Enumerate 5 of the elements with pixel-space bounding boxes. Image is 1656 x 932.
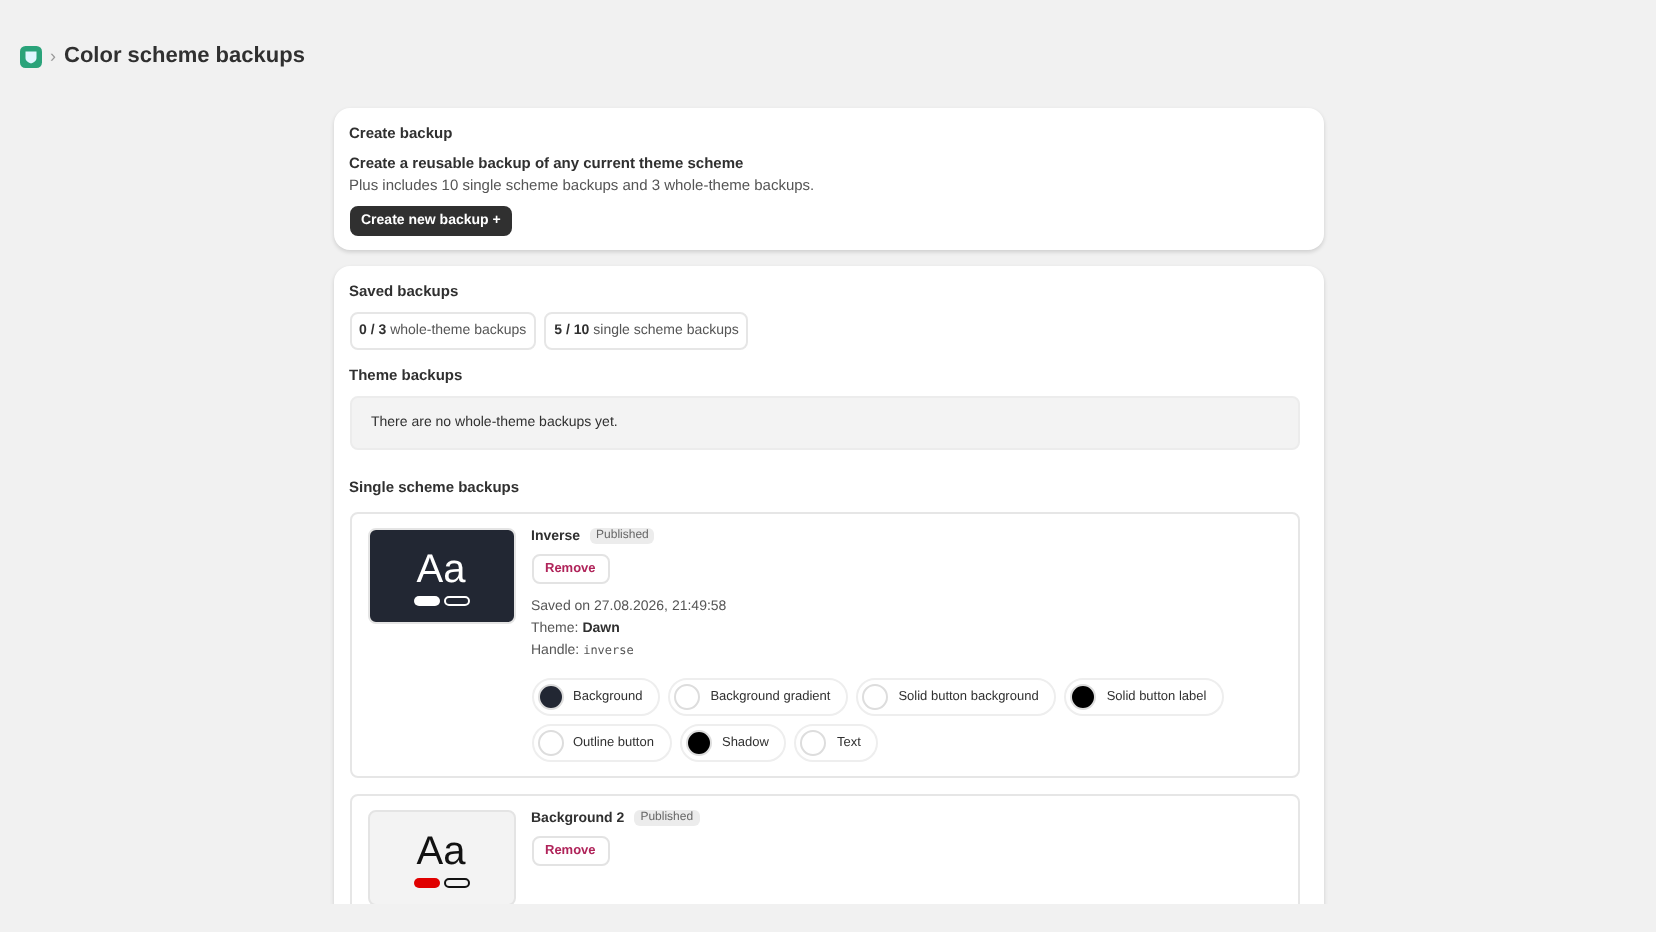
preview-text: Aa <box>416 547 466 591</box>
preview-text: Aa <box>416 829 466 873</box>
page-title: Color scheme backups <box>64 44 305 68</box>
breadcrumb-separator: › <box>50 46 56 66</box>
shield-icon <box>20 45 42 67</box>
